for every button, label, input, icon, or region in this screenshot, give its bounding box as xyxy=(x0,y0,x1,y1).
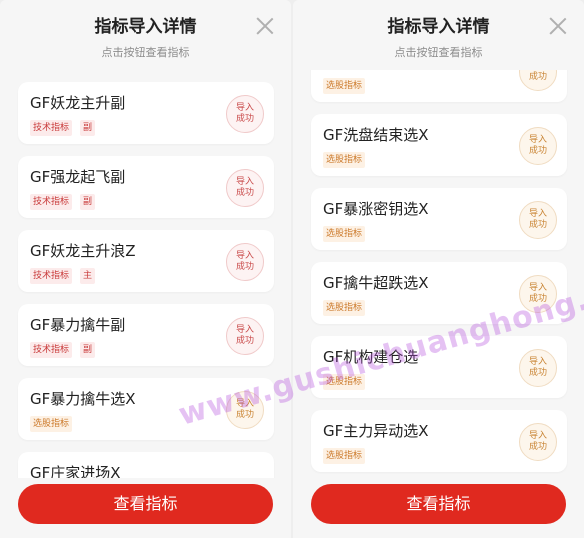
import-success-badge: 导入成功 xyxy=(519,349,557,387)
import-success-badge: 导入成功 xyxy=(226,317,264,355)
badge-text: 成功 xyxy=(528,442,547,452)
indicator-card[interactable]: GF暴力擒牛选X 选股指标 导入 成功 xyxy=(18,378,274,440)
panel-title: 指标导入详情 xyxy=(94,17,197,37)
indicator-card[interactable]: GF庄家进场X xyxy=(18,452,274,478)
indicator-tag: 选股指标 xyxy=(323,78,366,94)
badge-text: 导入 xyxy=(235,399,254,409)
indicator-name: GF强龙起飞副 xyxy=(30,168,126,186)
indicator-name: GF主力异动选X xyxy=(323,422,429,440)
import-success-badge: 导入成功 xyxy=(226,169,264,207)
badge-text: 成功 xyxy=(235,336,254,346)
import-success-badge: 导入成功 xyxy=(519,275,557,313)
indicator-tags: 技术指标副 xyxy=(30,120,96,136)
badge-text: 导入 xyxy=(528,357,547,367)
indicator-tag: 选股指标 xyxy=(323,152,366,168)
import-success-badge: 导入成功 xyxy=(226,95,264,133)
panel-title: 指标导入详情 xyxy=(387,17,490,37)
panel-header: 指标导入详情 点击按钮查看指标 xyxy=(0,0,291,70)
indicator-name: GF洗盘结束选X xyxy=(323,126,429,144)
indicator-tags: 选股指标 xyxy=(323,374,366,390)
indicator-tags: 选股指标 xyxy=(30,416,73,432)
badge-text: 成功 xyxy=(235,114,254,124)
badge-text: 成功 xyxy=(235,188,254,198)
badge-text: 导入 xyxy=(235,103,254,113)
indicator-card[interactable]: GF妖龙主升副 技术指标副 导入 成功 xyxy=(18,82,274,144)
indicator-tag: 选股指标 xyxy=(30,416,73,432)
indicator-card[interactable]: GF洗盘结束选X 选股指标 导入 成功 xyxy=(311,114,567,176)
indicator-name: GF暴力擒牛副 xyxy=(30,316,126,334)
badge-text: 导入 xyxy=(528,209,547,219)
import-success-badge: 导入成功 xyxy=(226,243,264,281)
indicator-card[interactable]: GF强龙起飞副 技术指标副 导入 成功 xyxy=(18,156,274,218)
indicator-tag: 选股指标 xyxy=(323,374,366,390)
close-icon[interactable] xyxy=(548,16,568,36)
indicator-name: GF擒牛超跌选X xyxy=(323,274,429,292)
panel-subtitle: 点击按钮查看指标 xyxy=(101,46,190,59)
indicator-tag: 主 xyxy=(80,268,96,284)
indicator-card[interactable]: GF擒牛超跌选X 选股指标 导入 成功 xyxy=(311,262,567,324)
indicator-tag: 技术指标 xyxy=(30,268,73,284)
indicator-name: GF暴涨密钥选X xyxy=(323,200,429,218)
indicator-tag: 副 xyxy=(80,342,96,358)
indicator-tags: 技术指标主 xyxy=(30,268,96,284)
indicator-tag: 技术指标 xyxy=(30,342,73,358)
indicator-name: GF妖龙主升副 xyxy=(30,94,126,112)
import-details-panel-right: 指标导入详情 点击按钮查看指标 选股指标导入成功GF洗盘结束选X选股指标导入成功… xyxy=(293,0,584,538)
indicator-card[interactable]: GF妖龙主升浪Z 技术指标主 导入 成功 xyxy=(18,230,274,292)
badge-text: 成功 xyxy=(235,410,254,420)
indicator-tags: 技术指标副 xyxy=(30,342,96,358)
indicator-name: GF暴力擒牛选X xyxy=(30,390,136,408)
import-success-badge: 导入成功 xyxy=(519,70,557,91)
badge-text: 成功 xyxy=(528,368,547,378)
indicator-tag: 副 xyxy=(80,194,96,210)
indicator-card[interactable]: GF机构建仓选 选股指标 导入 成功 xyxy=(311,336,567,398)
indicator-name: GF机构建仓选 xyxy=(323,348,419,366)
indicator-list[interactable]: GF妖龙主升副 技术指标副导入 成功 GF强龙起飞副 技术指标副导入 成功 GF妖龙主升浪Z… xyxy=(0,70,291,478)
indicator-tag: 选股指标 xyxy=(323,300,366,316)
indicator-tags: 选股指标 xyxy=(323,152,366,168)
indicator-tags: 技术指标副 xyxy=(30,194,96,210)
badge-text: 导入 xyxy=(528,431,547,441)
import-success-badge: 导入成功 xyxy=(519,127,557,165)
import-success-badge: 导入成功 xyxy=(519,423,557,461)
panel-subtitle: 点击按钮查看指标 xyxy=(394,46,483,59)
indicator-tags: 选股指标 xyxy=(323,78,366,94)
indicator-card[interactable]: GF主力异动选X 选股指标 导入 成功 xyxy=(311,410,567,472)
badge-text: 导入 xyxy=(528,135,547,145)
badge-text: 导入 xyxy=(235,177,254,187)
indicator-card[interactable]: GF暴涨密钥选X 选股指标 导入 成功 xyxy=(311,188,567,250)
indicator-tag: 选股指标 xyxy=(323,226,366,242)
indicator-tags: 选股指标 xyxy=(323,448,366,464)
indicator-tag: 副 xyxy=(80,120,96,136)
badge-text: 成功 xyxy=(528,220,547,230)
badge-text: 成功 xyxy=(235,262,254,272)
badge-text: 成功 xyxy=(528,146,547,156)
badge-text: 导入 xyxy=(528,283,547,293)
indicator-name: GF庄家进场X xyxy=(30,464,121,478)
badge-text: 导入 xyxy=(235,325,254,335)
indicator-tags: 选股指标 xyxy=(323,226,366,242)
close-icon[interactable] xyxy=(255,16,275,36)
indicator-card[interactable]: GF暴力擒牛副 技术指标副 导入 成功 xyxy=(18,304,274,366)
panel-footer: 查看指标 xyxy=(293,478,584,538)
indicator-tag: 选股指标 xyxy=(323,448,366,464)
import-success-badge: 导入成功 xyxy=(519,201,557,239)
panel-footer: 查看指标 xyxy=(0,478,291,538)
indicator-tag: 技术指标 xyxy=(30,194,73,210)
import-details-panel-left: 指标导入详情 点击按钮查看指标 GF妖龙主升副 技术指标副导入 成功 GF强龙起飞副技… xyxy=(0,0,291,538)
indicator-card[interactable]: 选股指标 导入成功 xyxy=(311,70,567,102)
badge-text: 导入 xyxy=(235,251,254,261)
panel-header: 指标导入详情 点击按钮查看指标 xyxy=(293,0,584,70)
indicator-list[interactable]: 选股指标导入成功GF洗盘结束选X选股指标导入成功GF暴涨密钥选X选股指标导入成功… xyxy=(293,70,584,478)
view-indicators-button[interactable]: 查看指标 xyxy=(18,484,273,524)
badge-text: 成功 xyxy=(528,72,547,82)
indicator-tag: 技术指标 xyxy=(30,120,73,136)
import-success-badge: 导入成功 xyxy=(226,391,264,429)
badge-text: 成功 xyxy=(528,294,547,304)
indicator-tags: 选股指标 xyxy=(323,300,366,316)
indicator-name: GF妖龙主升浪Z xyxy=(30,242,136,260)
view-indicators-button[interactable]: 查看指标 xyxy=(311,484,566,524)
